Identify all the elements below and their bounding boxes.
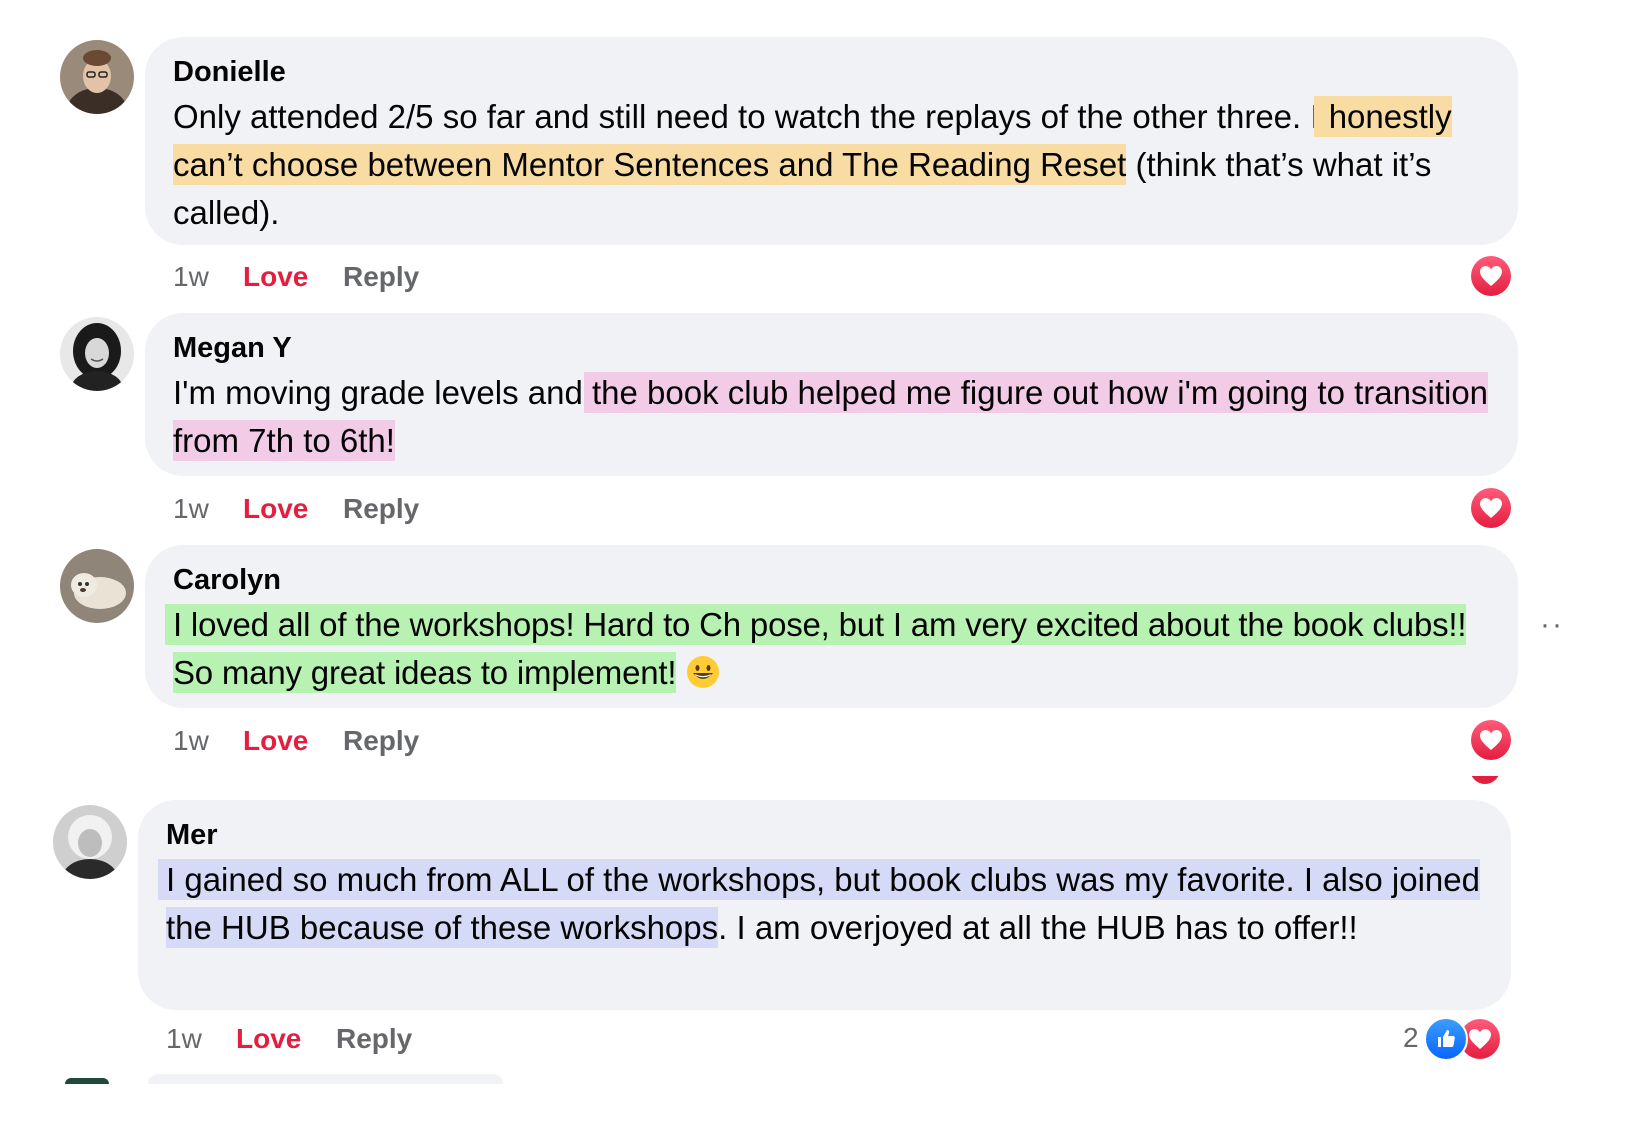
comment-bubble: Megan Y I'm moving grade levels and the … [145, 313, 1518, 476]
avatar[interactable] [60, 317, 134, 391]
comment-timestamp[interactable]: 1w [166, 1019, 236, 1059]
comment-bubble: Donielle Only attended 2/5 so far and st… [145, 37, 1518, 245]
comment-timestamp[interactable]: 1w [173, 257, 243, 297]
like-icon [1424, 1017, 1468, 1061]
comment-text: I loved all of the workshops! Hard to Ch… [173, 601, 1490, 697]
love-button[interactable]: Love [243, 489, 343, 529]
comment-timestamp[interactable]: 1w [173, 721, 243, 761]
highlighted-text: I loved all of the workshops! Hard to Ch… [173, 604, 1467, 693]
love-button[interactable]: Love [236, 1019, 336, 1059]
avatar [65, 1078, 109, 1084]
comment-thread: Donielle Only attended 2/5 so far and st… [0, 0, 1636, 1142]
reaction-partial-icon [1470, 776, 1500, 784]
reaction-badge[interactable] [1470, 255, 1512, 297]
reaction-count[interactable]: 2 [1403, 1022, 1419, 1054]
comment-actions: 1w Love Reply [173, 257, 419, 297]
comment-text: I'm moving grade levels and the book clu… [173, 369, 1490, 465]
comment-author[interactable]: Mer [166, 816, 1483, 854]
more-options-icon[interactable]: ·· [1540, 608, 1564, 642]
love-button[interactable]: Love [243, 721, 343, 761]
comment-text: I gained so much from ALL of the worksho… [166, 856, 1483, 952]
heart-icon [1471, 256, 1511, 296]
comment-author[interactable]: Carolyn [173, 561, 1490, 599]
comment-text-plain: . I am overjoyed at all the HUB has to o… [718, 909, 1358, 946]
comment-text-plain: I'm moving grade levels and [173, 374, 593, 411]
comment-bubble: Carolyn I loved all of the workshops! Ha… [145, 545, 1518, 708]
comment-actions: 1w Love Reply [173, 489, 419, 529]
comment-text: Only attended 2/5 so far and still need … [173, 93, 1490, 237]
comment-text-plain: Only attended 2/5 so far and still need … [173, 98, 1329, 135]
comment-timestamp[interactable]: 1w [173, 489, 243, 529]
avatar[interactable] [60, 40, 134, 114]
grinning-face-emoji [686, 654, 720, 688]
comment-actions: 1w Love Reply [166, 1019, 412, 1059]
reply-button[interactable]: Reply [336, 1019, 412, 1059]
reaction-badge[interactable] [1470, 487, 1512, 529]
reply-button[interactable]: Reply [343, 257, 419, 297]
heart-icon [1471, 720, 1511, 760]
avatar[interactable] [60, 549, 134, 623]
heart-icon [1471, 488, 1511, 528]
reaction-badge[interactable] [1470, 719, 1512, 761]
comment-author[interactable]: Donielle [173, 53, 1490, 91]
love-button[interactable]: Love [243, 257, 343, 297]
avatar[interactable] [53, 805, 127, 879]
reply-button[interactable]: Reply [343, 489, 419, 529]
comment-author[interactable]: Megan Y [173, 329, 293, 367]
comment-bubble [148, 1074, 503, 1084]
comment-bubble: Mer I gained so much from ALL of the wor… [138, 800, 1511, 1010]
comment-actions: 1w Love Reply [173, 721, 419, 761]
reaction-badge[interactable] [1424, 1017, 1504, 1061]
reply-button[interactable]: Reply [343, 721, 419, 761]
